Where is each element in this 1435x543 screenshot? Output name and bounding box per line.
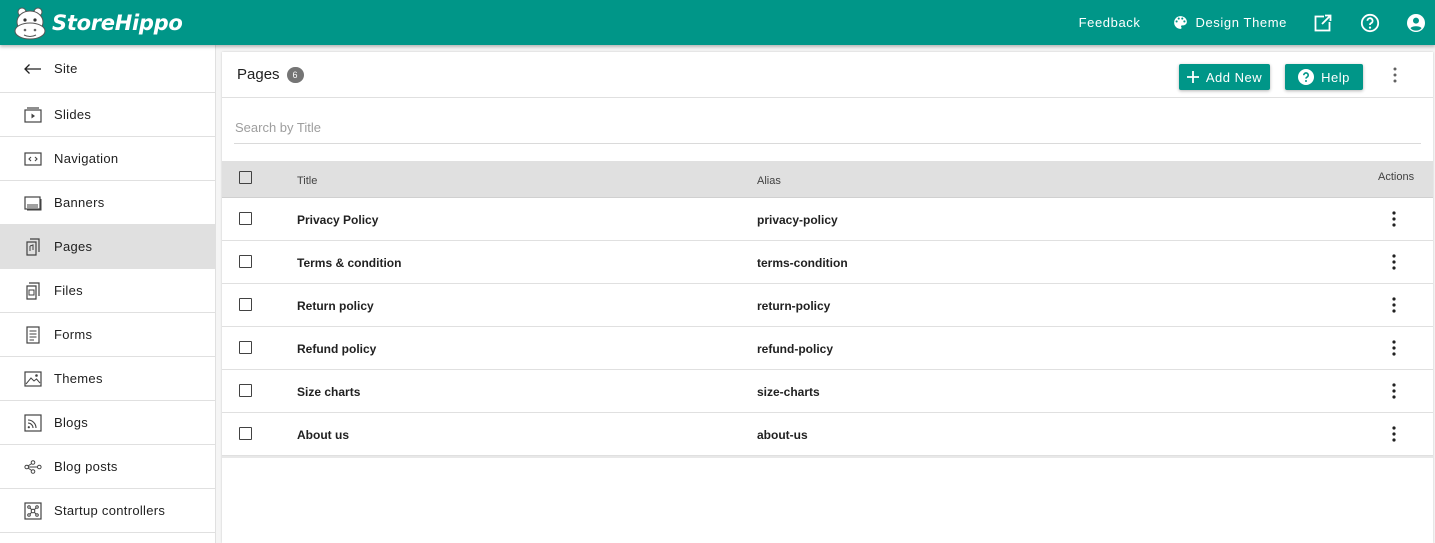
table-header: Title Alias Actions [222, 161, 1433, 198]
sidebar-item-label: Navigation [54, 151, 119, 166]
page-title: Pages [237, 66, 280, 83]
column-header-actions: Actions [1378, 171, 1415, 183]
row-alias: size-charts [757, 385, 820, 399]
row-checkbox[interactable] [239, 212, 252, 225]
sidebar-item-slides[interactable]: Slides [0, 93, 215, 137]
table-row[interactable]: Privacy Policy privacy-policy [222, 198, 1433, 241]
search-input[interactable] [234, 112, 1421, 144]
sidebar-item-label: Pages [54, 239, 93, 254]
sidebar-item-startup-controllers[interactable]: Startup controllers [0, 489, 215, 533]
plus-icon [1186, 71, 1199, 83]
help-circle-icon[interactable] [1360, 13, 1380, 33]
sidebar-item-pages[interactable]: Pages [0, 225, 215, 269]
row-alias: terms-condition [757, 256, 848, 270]
row-title[interactable]: Return policy [297, 299, 374, 313]
arrow-left-icon [24, 63, 41, 74]
row-title[interactable]: Privacy Policy [297, 213, 378, 227]
column-header-title[interactable]: Title [297, 175, 317, 187]
row-actions-icon[interactable] [1387, 253, 1401, 271]
sidebar-item-label: Files [54, 283, 83, 298]
sidebar-back-label: Site [54, 61, 78, 76]
row-checkbox[interactable] [239, 298, 252, 311]
page-header: Pages 6 Add New Help [222, 52, 1433, 98]
row-title[interactable]: Terms & condition [297, 256, 401, 270]
feedback-link[interactable]: Feedback [1079, 15, 1141, 30]
sidebar-item-blog-posts[interactable]: Blog posts [0, 445, 215, 489]
top-bar: StoreHippo Feedback Design Theme [0, 0, 1435, 45]
row-title[interactable]: Size charts [297, 385, 360, 399]
sidebar-item-banners[interactable]: Banners [0, 181, 215, 225]
row-checkbox[interactable] [239, 341, 252, 354]
help-label: Help [1321, 69, 1350, 85]
main-panel: Pages 6 Add New Help Title Alias Actions… [222, 52, 1433, 543]
row-actions-icon[interactable] [1387, 296, 1401, 314]
sidebar-item-label: Slides [54, 107, 92, 122]
sidebar-item-forms[interactable]: Forms [0, 313, 215, 357]
row-title[interactable]: About us [297, 428, 349, 442]
sidebar-item-label: Blogs [54, 415, 89, 430]
row-checkbox[interactable] [239, 427, 252, 440]
hippo-logo-icon [14, 7, 46, 39]
startup-controllers-icon [24, 501, 42, 520]
sidebar-item-label: Startup controllers [54, 503, 166, 518]
open-external-icon[interactable] [1313, 13, 1333, 33]
add-new-button[interactable]: Add New [1179, 64, 1270, 90]
blog-posts-icon [24, 458, 42, 476]
add-new-label: Add New [1205, 69, 1263, 85]
row-actions-icon[interactable] [1387, 210, 1401, 228]
brand-logo[interactable]: StoreHippo [12, 5, 183, 41]
design-theme-link[interactable]: Design Theme [1172, 14, 1287, 31]
table-bottom-divider [222, 456, 1433, 458]
row-actions-icon[interactable] [1387, 339, 1401, 357]
row-actions-icon[interactable] [1387, 425, 1401, 443]
brand-name: StoreHippo [52, 10, 183, 35]
sidebar-item-files[interactable]: Files [0, 269, 215, 313]
design-theme-label: Design Theme [1195, 15, 1287, 30]
table-row[interactable]: Refund policy refund-policy [222, 327, 1433, 370]
more-options-icon[interactable] [1388, 66, 1402, 84]
count-badge: 6 [286, 66, 304, 83]
sidebar-back-site[interactable]: Site [0, 45, 215, 93]
column-header-alias[interactable]: Alias [757, 175, 781, 187]
row-alias: privacy-policy [757, 213, 838, 227]
row-actions-icon[interactable] [1387, 382, 1401, 400]
sidebar-item-navigation[interactable]: Navigation [0, 137, 215, 181]
slides-icon [24, 106, 42, 124]
sidebar-item-label: Forms [54, 327, 93, 342]
row-alias: return-policy [757, 299, 831, 313]
blogs-icon [24, 413, 42, 432]
sidebar: Site Slides Navigation Banners Pages Fil… [0, 45, 216, 543]
row-alias: refund-policy [757, 342, 834, 356]
select-all-checkbox[interactable] [239, 171, 252, 184]
sidebar-item-label: Blog posts [54, 459, 118, 474]
table-row[interactable]: Return policy return-policy [222, 284, 1433, 327]
sidebar-item-label: Themes [54, 371, 103, 386]
palette-icon [1174, 16, 1188, 29]
table-row[interactable]: Terms & condition terms-condition [222, 241, 1433, 284]
account-icon[interactable] [1406, 13, 1426, 33]
sidebar-item-blogs[interactable]: Blogs [0, 401, 215, 445]
help-icon [1298, 69, 1315, 85]
navigation-icon [24, 150, 42, 168]
table-row[interactable]: About us about-us [222, 413, 1433, 456]
forms-icon [24, 325, 42, 344]
row-alias: about-us [757, 428, 808, 442]
row-title[interactable]: Refund policy [297, 342, 376, 356]
sidebar-item-themes[interactable]: Themes [0, 357, 215, 401]
table-row[interactable]: Size charts size-charts [222, 370, 1433, 413]
feedback-label: Feedback [1078, 15, 1141, 30]
row-checkbox[interactable] [239, 255, 252, 268]
sidebar-item-label: Banners [54, 195, 105, 210]
pages-table: Title Alias Actions Privacy Policy priva… [222, 161, 1433, 458]
themes-icon [24, 370, 42, 388]
pages-icon [24, 237, 42, 256]
help-button[interactable]: Help [1285, 64, 1363, 90]
row-checkbox[interactable] [239, 384, 252, 397]
files-icon [24, 281, 42, 300]
banners-icon [24, 194, 42, 212]
